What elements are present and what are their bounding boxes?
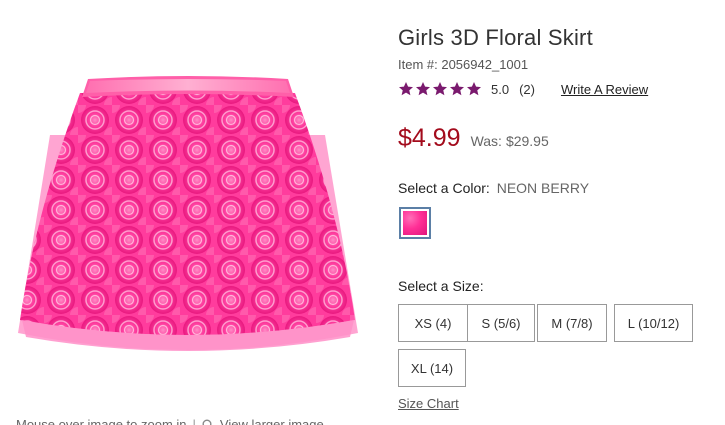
size-chart-link[interactable]: Size Chart — [398, 396, 459, 411]
color-selector-label: Select a Color: NEON BERRY — [398, 180, 589, 196]
star-icon — [433, 82, 447, 96]
was-label: Was: — [470, 133, 502, 149]
zoom-hint: Mouse over image to zoom in | View large… — [16, 417, 324, 425]
product-image[interactable] — [10, 75, 365, 360]
color-label-text: Select a Color: — [398, 180, 490, 196]
star-icon — [399, 82, 413, 96]
zoom-hint-text: Mouse over image to zoom in — [16, 417, 187, 425]
star-icon — [467, 82, 481, 96]
rating-value: 5.0 — [491, 81, 510, 97]
swatch-fill — [403, 211, 427, 235]
selected-color-name: NEON BERRY — [496, 180, 590, 196]
size-option-s[interactable]: S (5/6) — [467, 304, 535, 342]
zoom-separator: | — [192, 417, 196, 425]
rating-row: 5.0 (2) Write A Review — [398, 81, 648, 97]
size-option-xl[interactable]: XL (14) — [398, 349, 466, 387]
size-option-l[interactable]: L (10/12) — [614, 304, 693, 342]
product-title: Girls 3D Floral Skirt — [398, 25, 593, 50]
star-icon — [450, 82, 464, 96]
magnifier-icon — [202, 419, 212, 425]
view-larger-link[interactable]: View larger image — [220, 417, 324, 425]
color-swatch-neon-berry[interactable] — [399, 207, 431, 239]
item-number: Item #: 2056942_1001 — [398, 57, 529, 72]
write-review-link[interactable]: Write A Review — [561, 82, 648, 97]
rating-count[interactable]: (2) — [519, 82, 535, 97]
size-option-xs[interactable]: XS (4) — [398, 304, 468, 342]
star-icon — [416, 82, 430, 96]
size-selector-label: Select a Size: — [398, 278, 484, 294]
star-rating — [398, 81, 482, 97]
size-option-m[interactable]: M (7/8) — [537, 304, 607, 342]
product-image-panel: Mouse over image to zoom in | View large… — [0, 0, 375, 425]
was-price: $29.95 — [505, 133, 549, 149]
sale-price: $4.99 — [398, 124, 461, 152]
price-row: $4.99 Was: $29.95 — [398, 124, 549, 153]
